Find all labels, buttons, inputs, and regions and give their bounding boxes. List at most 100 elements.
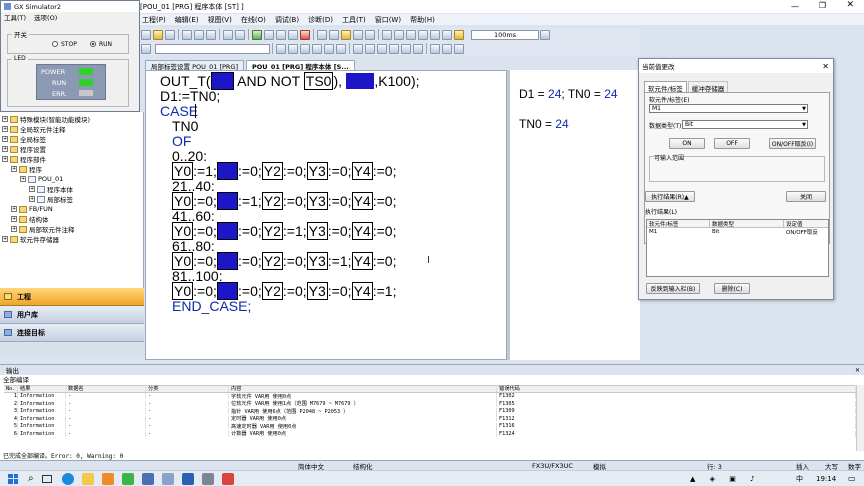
nav-user-library[interactable]: 用户库	[0, 306, 144, 324]
tree-item[interactable]: + FB/FUN	[0, 204, 143, 214]
find-icon[interactable]	[365, 29, 375, 40]
on-button[interactable]: ON	[669, 138, 705, 149]
simulator-menu-tools[interactable]: 工具(T)	[4, 12, 26, 22]
tree-item[interactable]: + 特殊模块(智能功能模块)	[0, 114, 143, 124]
output-scrollbar[interactable]	[856, 385, 864, 451]
tab-local-labels[interactable]: 局部标签设置 POU_01 [PRG]	[145, 60, 244, 71]
menu-window[interactable]: 窗口(W)	[375, 15, 401, 25]
simulate-icon[interactable]	[341, 29, 351, 40]
explorer-icon[interactable]	[81, 472, 94, 485]
delete-button[interactable]: 删除(C)	[714, 283, 750, 294]
open-icon[interactable]	[153, 29, 163, 40]
expand-icon[interactable]: +	[2, 146, 8, 152]
result-row[interactable]: M1 Bit ON/OFF取反	[647, 228, 828, 236]
app-blue-icon[interactable]	[181, 472, 194, 485]
new-icon[interactable]	[141, 29, 151, 40]
indent-icon[interactable]	[353, 43, 363, 54]
step-icon[interactable]	[418, 29, 428, 40]
delete-row-icon[interactable]	[336, 43, 346, 54]
tree-item[interactable]: + 全局软元件注释	[0, 124, 143, 134]
tree-item[interactable]: + POU_01	[0, 174, 143, 184]
app-red-icon[interactable]	[221, 472, 234, 485]
trace-icon[interactable]	[442, 29, 452, 40]
sfc-icon[interactable]	[300, 43, 310, 54]
edge-icon[interactable]	[61, 472, 74, 485]
list-icon[interactable]	[382, 29, 392, 40]
stop-label[interactable]: STOP	[61, 41, 77, 48]
output-row[interactable]: 2 Information - - 位软元件 VAR用 使用1点（范围 M7679 ~ …	[4, 400, 856, 408]
nav-connection[interactable]: 连接目标	[0, 324, 144, 342]
toggle-button[interactable]: ON/OFF取反(I)	[769, 138, 816, 149]
output-row[interactable]: 6 Information - - 计数器 VAR用 使用0点 F1324	[4, 430, 856, 438]
verify-icon[interactable]	[276, 29, 286, 40]
output-close-icon[interactable]: ✕	[855, 367, 860, 374]
tree-item[interactable]: + 程序部件	[0, 154, 143, 164]
label-icon[interactable]	[394, 29, 404, 40]
menu-help[interactable]: 帮助(H)	[410, 15, 435, 25]
device-icon[interactable]	[353, 29, 363, 40]
write-plc-icon[interactable]	[252, 29, 262, 40]
st-icon[interactable]	[288, 43, 298, 54]
uncomment-icon[interactable]	[389, 43, 399, 54]
expand-icon[interactable]: +	[11, 226, 17, 232]
search-icon[interactable]: ⌕	[28, 473, 34, 484]
expand-icon[interactable]: +	[11, 216, 17, 222]
simulator-menu-options[interactable]: 选项(O)	[34, 12, 57, 22]
expand-icon[interactable]: +	[20, 176, 26, 182]
redo-icon[interactable]	[235, 29, 245, 40]
tree-item[interactable]: + 局部软元件注释	[0, 224, 143, 234]
program-select[interactable]	[155, 43, 270, 54]
notification-icon[interactable]: ▭	[848, 474, 856, 483]
restore-icon[interactable]: ❐	[819, 1, 826, 10]
menu-online[interactable]: 在线(O)	[241, 15, 266, 25]
expand-icon[interactable]: +	[2, 126, 8, 132]
menu-view[interactable]: 视图(V)	[208, 15, 232, 25]
dialog-close-button[interactable]: 关闭	[786, 191, 826, 202]
build-icon[interactable]	[329, 29, 339, 40]
menu-debug[interactable]: 调试(B)	[275, 15, 299, 25]
zoom-out-icon[interactable]	[442, 43, 452, 54]
watch-icon[interactable]	[430, 29, 440, 40]
timer-field[interactable]: 100ms	[471, 29, 539, 40]
compile-icon[interactable]	[317, 29, 327, 40]
menu-diagnose[interactable]: 诊断(D)	[308, 15, 333, 25]
undo-icon[interactable]	[223, 29, 233, 40]
tree-item[interactable]: + 程序设置	[0, 144, 143, 154]
highlight-icon[interactable]	[454, 29, 464, 40]
expand-icon[interactable]: +	[2, 116, 8, 122]
fbd-icon[interactable]	[312, 43, 322, 54]
tree-item[interactable]: + 结构体	[0, 214, 143, 224]
close-icon[interactable]: ✕	[846, 0, 854, 10]
expand-icon[interactable]: +	[2, 136, 8, 142]
run-label[interactable]: RUN	[99, 41, 112, 48]
mark-icon[interactable]	[413, 43, 423, 54]
expand-icon[interactable]: +	[11, 206, 17, 212]
simulator-task-icon[interactable]	[161, 472, 174, 485]
output-row[interactable]: 5 Information - - 高速定时器 VAR用 使用0点 F1316	[4, 422, 856, 431]
result-toggle-button[interactable]: 执行结果(R)▲	[645, 191, 695, 202]
tree-item[interactable]: + 全局标签	[0, 134, 143, 144]
timer-dropdown-icon[interactable]	[540, 29, 550, 40]
comment-out-icon[interactable]	[377, 43, 387, 54]
app-orange-icon[interactable]	[101, 472, 114, 485]
output-row[interactable]: 3 Information - - 指针 VAR用 使用6点（范围 P2048 ~ P2…	[4, 407, 856, 416]
expand-icon[interactable]: +	[2, 156, 8, 162]
fit-icon[interactable]	[454, 43, 464, 54]
stop-monitor-icon[interactable]	[300, 29, 310, 40]
nav-project[interactable]: 工程	[0, 288, 144, 306]
reflect-button[interactable]: 反映到输入栏(B)	[646, 283, 700, 294]
monitor-icon[interactable]	[288, 29, 298, 40]
wechat-icon[interactable]	[121, 472, 134, 485]
dialog-close-icon[interactable]: ✕	[822, 62, 829, 71]
device-input[interactable]: M1 ▼	[649, 104, 808, 113]
stop-radio[interactable]	[52, 41, 58, 47]
task-view-icon[interactable]	[41, 474, 52, 483]
menu-edit[interactable]: 编辑(E)	[175, 15, 199, 25]
run-radio[interactable]	[90, 41, 96, 47]
ime-indicator[interactable]: 中	[796, 474, 803, 484]
menu-project[interactable]: 工程(P)	[142, 15, 166, 25]
cut-icon[interactable]	[182, 29, 192, 40]
off-button[interactable]: OFF	[714, 138, 750, 149]
outdent-icon[interactable]	[365, 43, 375, 54]
gxworks-icon[interactable]	[141, 472, 154, 485]
